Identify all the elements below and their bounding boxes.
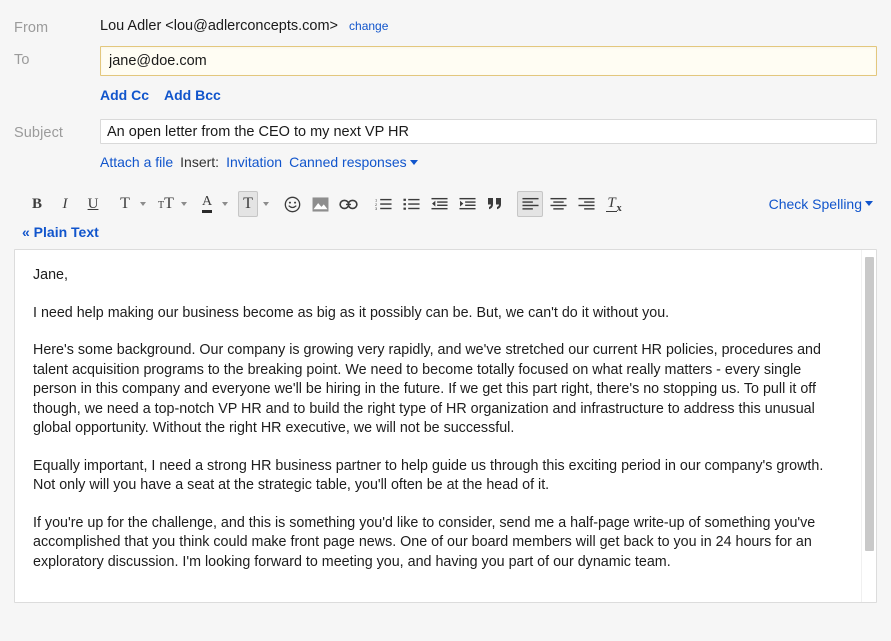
to-input[interactable] [100, 46, 877, 76]
cc-bcc-row: Add Cc Add Bcc [100, 76, 877, 103]
image-icon [312, 197, 329, 212]
highlight-color-icon: T [243, 196, 253, 212]
chevron-down-icon [140, 202, 146, 206]
emoji-button[interactable] [279, 191, 305, 217]
underline-button[interactable]: U [80, 191, 106, 217]
bold-icon: B [32, 196, 42, 213]
subject-body: Attach a file Insert: Invitation Canned … [100, 119, 877, 170]
text-color-dropdown-arrow[interactable] [219, 191, 231, 217]
bulleted-list-button[interactable] [398, 191, 424, 217]
body-paragraph: I need help making our business become a… [33, 304, 842, 324]
message-body-container: Jane, I need help making our business be… [14, 249, 877, 603]
compose-window: From Lou Adler <lou@adlerconcepts.com> c… [0, 0, 891, 641]
font-size-large-glyph: T [164, 195, 174, 212]
body-paragraph: Here's some background. Our company is g… [33, 341, 842, 439]
font-size-button[interactable]: TT [156, 191, 176, 217]
align-center-button[interactable] [545, 191, 571, 217]
remove-formatting-icon: Tx [606, 195, 621, 214]
check-spelling-label: Check Spelling [769, 196, 862, 212]
attach-a-file-link[interactable]: Attach a file [100, 154, 173, 170]
align-left-icon [522, 197, 539, 211]
indent-more-button[interactable] [454, 191, 480, 217]
subject-input[interactable] [100, 119, 877, 144]
font-family-button[interactable]: T [115, 191, 135, 217]
numbered-list-icon: 1 2 3 [375, 197, 392, 211]
formatting-toolbar: B I U T TT A T [0, 187, 891, 221]
insert-label: Insert: [180, 154, 219, 170]
highlight-color-dropdown-arrow[interactable] [260, 191, 272, 217]
message-body-editor[interactable]: Jane, I need help making our business be… [15, 250, 876, 602]
font-size-icon: TT [158, 196, 174, 212]
chevron-down-icon [263, 202, 269, 206]
align-left-button[interactable] [517, 191, 543, 217]
chevron-down-icon [222, 202, 228, 206]
highlight-color-button[interactable]: T [238, 191, 258, 217]
font-family-dropdown-arrow[interactable] [137, 191, 149, 217]
bold-button[interactable]: B [24, 191, 50, 217]
to-label: To [14, 46, 100, 68]
plain-text-row: « Plain Text [0, 221, 891, 240]
align-right-button[interactable] [573, 191, 599, 217]
text-color-button[interactable]: A [197, 191, 217, 217]
body-paragraph: If you're up for the challenge, and this… [33, 514, 842, 573]
subject-row: Subject Attach a file Insert: Invitation… [0, 103, 891, 170]
from-body: Lou Adler <lou@adlerconcepts.com> change [100, 14, 877, 34]
canned-responses-link[interactable]: Canned responses [289, 154, 418, 170]
add-cc-link[interactable]: Add Cc [100, 87, 149, 103]
link-icon [339, 198, 358, 211]
canned-responses-label: Canned responses [289, 154, 407, 170]
smiley-icon [284, 196, 301, 213]
font-family-icon: T [120, 196, 130, 212]
italic-icon: I [63, 196, 68, 213]
underline-icon: U [88, 196, 99, 213]
check-spelling-button[interactable]: Check Spelling [769, 196, 873, 212]
body-paragraph: Equally important, I need a strong HR bu… [33, 457, 842, 496]
bulleted-list-icon [403, 197, 420, 211]
indent-less-button[interactable] [426, 191, 452, 217]
svg-text:3: 3 [375, 206, 378, 211]
indent-less-icon [431, 197, 448, 211]
quote-icon [487, 197, 503, 211]
from-label: From [14, 14, 100, 36]
to-row: To Add Cc Add Bcc [0, 36, 891, 103]
add-bcc-link[interactable]: Add Bcc [164, 87, 221, 103]
indent-more-icon [459, 197, 476, 211]
to-body: Add Cc Add Bcc [100, 46, 877, 103]
numbered-list-button[interactable]: 1 2 3 [370, 191, 396, 217]
italic-button[interactable]: I [52, 191, 78, 217]
remove-formatting-x: x [617, 203, 622, 214]
font-size-dropdown-arrow[interactable] [178, 191, 190, 217]
plain-text-link[interactable]: « Plain Text [22, 224, 99, 240]
insert-link-button[interactable] [335, 191, 361, 217]
insert-invitation-link[interactable]: Invitation [226, 154, 282, 170]
from-address: Lou Adler <lou@adlerconcepts.com> [100, 18, 338, 34]
insert-image-button[interactable] [307, 191, 333, 217]
change-sender-link[interactable]: change [349, 19, 388, 33]
text-color-icon: A [202, 195, 212, 213]
attach-insert-row: Attach a file Insert: Invitation Canned … [100, 144, 877, 170]
chevron-down-icon [410, 160, 418, 165]
body-scrollbar-track[interactable] [861, 250, 876, 602]
remove-formatting-t: T [606, 195, 616, 212]
body-scrollbar-thumb[interactable] [865, 257, 874, 551]
from-row: From Lou Adler <lou@adlerconcepts.com> c… [0, 0, 891, 36]
quote-button[interactable] [482, 191, 508, 217]
align-center-icon [550, 197, 567, 211]
remove-formatting-button[interactable]: Tx [601, 191, 627, 217]
chevron-down-icon [181, 202, 187, 206]
align-right-icon [578, 197, 595, 211]
chevron-down-icon [865, 201, 873, 206]
body-paragraph: Jane, [33, 266, 842, 286]
subject-label: Subject [14, 119, 100, 141]
